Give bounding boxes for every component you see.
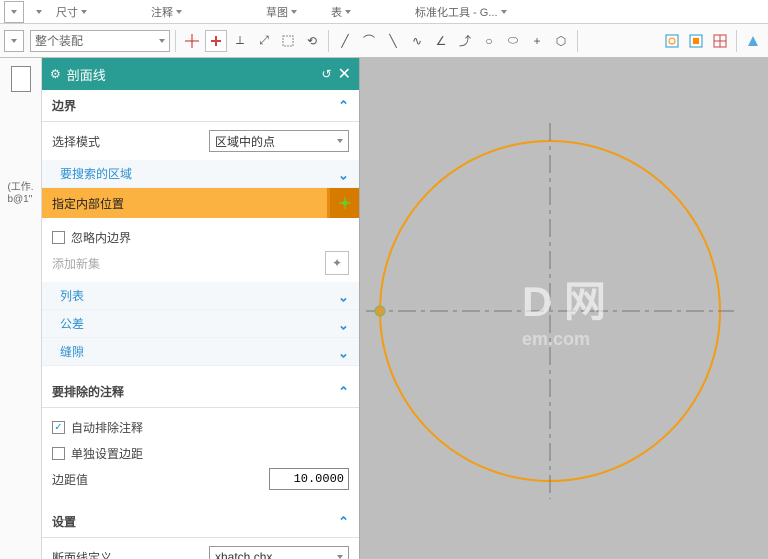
list-item[interactable]: 列表⌃	[42, 282, 359, 310]
sectiondef-dropdown[interactable]: xhatch.chx	[209, 546, 349, 559]
ignore-inner-label: 忽略内边界	[71, 229, 131, 246]
tool-arc-icon[interactable]: ⌒	[358, 30, 380, 52]
specify-inner-label: 指定内部位置	[42, 195, 327, 212]
close-icon[interactable]: ✕	[338, 64, 351, 84]
chevron-up-icon: ⌃	[338, 98, 349, 114]
tool-polygon-icon[interactable]: ⬡	[550, 30, 572, 52]
auto-exclude-checkbox[interactable]: ✓	[52, 421, 65, 434]
panel-header: ⚙ 剖面线 ↺ ✕	[42, 58, 359, 90]
view-grid-icon[interactable]	[709, 30, 731, 52]
tool-rotate-icon[interactable]: ⟲	[301, 30, 323, 52]
tool-tangent-icon[interactable]: ⤢	[253, 30, 275, 52]
margin-label: 边距值	[52, 471, 88, 488]
ribbon-tabs: 尺寸 注释 草图 表 标准化工具 - G...	[0, 0, 768, 24]
tool-crosshair-icon[interactable]	[181, 30, 203, 52]
chevron-up-icon: ⌃	[338, 514, 349, 530]
indiv-margin-label: 单独设置边距	[71, 445, 143, 462]
tolerance-item[interactable]: 公差⌃	[42, 310, 359, 338]
view-zoom-icon[interactable]	[661, 30, 683, 52]
drawing-canvas[interactable]: D 网em.com	[360, 58, 768, 559]
tool-point-icon[interactable]: +	[526, 30, 548, 52]
left-sidebar: (工作. b@1"	[0, 58, 42, 559]
view-layer-icon[interactable]	[685, 30, 707, 52]
add-newset-label: 添加新集	[52, 255, 100, 272]
gap-item[interactable]: 缝隙⌃	[42, 338, 359, 366]
specify-inner-button[interactable]	[327, 188, 359, 218]
tool-angle2-icon[interactable]: ∠	[430, 30, 452, 52]
page-thumb-icon[interactable]	[11, 66, 31, 92]
margin-input[interactable]	[269, 468, 349, 490]
gear-icon: ⚙	[50, 67, 61, 81]
auto-exclude-label: 自动排除注释	[71, 419, 143, 436]
work-label: (工作. b@1"	[5, 178, 35, 210]
reset-icon[interactable]: ↺	[322, 67, 332, 81]
select-mode-label: 选择模式	[52, 133, 100, 150]
tool-edge-icon[interactable]: ╲	[382, 30, 404, 52]
chevron-up-icon: ⌃	[338, 384, 349, 400]
section-line-panel: ⚙ 剖面线 ↺ ✕ 边界⌃ 选择模式 区域中的点 要搜索的区域⌃ 指定内部位置 …	[42, 58, 360, 559]
tool-select-rect-icon[interactable]	[277, 30, 299, 52]
section-settings-header[interactable]: 设置⌃	[42, 506, 359, 538]
ignore-inner-checkbox[interactable]	[52, 231, 65, 244]
view-style-icon[interactable]	[742, 30, 764, 52]
add-newset-button[interactable]: ✦	[325, 251, 349, 275]
select-mode-dropdown[interactable]: 区域中的点	[209, 130, 349, 152]
tool-circle-icon[interactable]: ○	[478, 30, 500, 52]
assembly-select[interactable]: 整个装配	[30, 30, 170, 52]
tool-line-icon[interactable]: ╱	[334, 30, 356, 52]
section-boundary-header[interactable]: 边界⌃	[42, 90, 359, 122]
tool-plus-icon[interactable]	[205, 30, 227, 52]
toolbar-dropdown-left[interactable]	[4, 30, 24, 52]
indiv-margin-checkbox[interactable]	[52, 447, 65, 460]
tool-spline-icon[interactable]: ∿	[406, 30, 428, 52]
ribbon-tab-annotation[interactable]: 注释	[145, 2, 188, 22]
ribbon-tab-sketch[interactable]: 草图	[260, 2, 303, 22]
sectiondef-label: 断面线定义	[52, 549, 112, 559]
ribbon-tab-stdtools[interactable]: 标准化工具 - G...	[409, 2, 513, 22]
ribbon-tab-0[interactable]	[30, 8, 48, 16]
ribbon-tab-table[interactable]: 表	[325, 2, 357, 22]
tool-angle-icon[interactable]: ⟂	[229, 30, 251, 52]
panel-title: 剖面线	[67, 65, 316, 84]
toolbar: 整个装配 ⟂ ⤢ ⟲ ╱ ⌒ ╲ ∿ ∠ ⤴ ○ ⬭ + ⬡	[0, 24, 768, 58]
tool-ellipse-icon[interactable]: ⬭	[502, 30, 524, 52]
specify-inner-row: 指定内部位置	[42, 188, 359, 218]
tool-curve-icon[interactable]: ⤴	[454, 30, 476, 52]
ribbon-dropdown-left[interactable]	[4, 1, 24, 23]
section-exclude-header[interactable]: 要排除的注释⌃	[42, 376, 359, 408]
search-region-item[interactable]: 要搜索的区域⌃	[42, 160, 359, 188]
ribbon-tab-size[interactable]: 尺寸	[50, 2, 93, 22]
